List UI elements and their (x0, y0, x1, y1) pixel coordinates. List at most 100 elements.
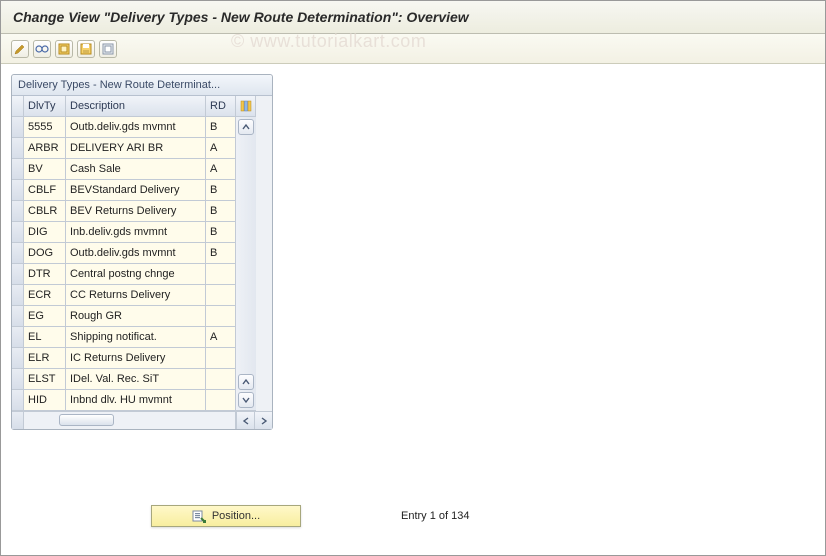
glasses-icon (35, 44, 49, 54)
position-button[interactable]: Position... (151, 505, 301, 527)
table-caption: Delivery Types - New Route Determinat... (12, 75, 272, 96)
cell-dlvty[interactable]: ELST (24, 369, 66, 390)
cell-rd[interactable] (206, 285, 236, 306)
cell-rd[interactable] (206, 369, 236, 390)
cell-rd[interactable]: B (206, 243, 236, 264)
cell-description[interactable]: Outb.deliv.gds mvmnt (66, 243, 206, 264)
vscroll (236, 117, 256, 411)
content-area: Delivery Types - New Route Determinat...… (1, 64, 825, 440)
hscroll-track[interactable] (24, 412, 236, 429)
hscroll-right-button[interactable] (254, 412, 272, 429)
scroll-page-up-button[interactable] (238, 374, 254, 390)
cell-description[interactable]: Inb.deliv.gds mvmnt (66, 222, 206, 243)
cell-description[interactable]: Cash Sale (66, 159, 206, 180)
cell-description[interactable]: BEVStandard Delivery (66, 180, 206, 201)
display-change-button[interactable] (11, 40, 29, 58)
cell-dlvty[interactable]: EL (24, 327, 66, 348)
scroll-down-button[interactable] (238, 392, 254, 408)
row-selector[interactable] (12, 138, 24, 159)
chevron-up-icon (242, 123, 250, 131)
cell-description[interactable]: Inbnd dlv. HU mvmnt (66, 390, 206, 411)
cell-description[interactable]: Rough GR (66, 306, 206, 327)
row-selector[interactable] (12, 348, 24, 369)
cell-rd[interactable]: A (206, 159, 236, 180)
columns-icon (240, 100, 252, 112)
row-selector[interactable] (12, 117, 24, 138)
cell-dlvty[interactable]: CBLR (24, 201, 66, 222)
row-selector[interactable] (12, 222, 24, 243)
cell-dlvty[interactable]: DTR (24, 264, 66, 285)
cell-description[interactable]: DELIVERY ARI BR (66, 138, 206, 159)
row-selector[interactable] (12, 390, 24, 411)
row-selector[interactable] (12, 180, 24, 201)
cell-dlvty[interactable]: CBLF (24, 180, 66, 201)
table-container: Delivery Types - New Route Determinat...… (11, 74, 273, 430)
table-grid: DlvTy Description RD 5555 Outb.deliv.gds… (12, 96, 272, 411)
entry-indicator: Entry 1 of 134 (401, 510, 470, 522)
pencil-icon (14, 43, 26, 55)
cell-rd[interactable]: B (206, 117, 236, 138)
deselect-icon (102, 43, 114, 55)
save-button[interactable] (77, 40, 95, 58)
hscroll-corner (12, 412, 24, 429)
cell-dlvty[interactable]: BV (24, 159, 66, 180)
chevron-right-icon (260, 417, 268, 425)
cell-rd[interactable]: B (206, 222, 236, 243)
app-toolbar (1, 34, 825, 64)
cell-description[interactable]: Central postng chnge (66, 264, 206, 285)
chevron-up-icon (242, 378, 250, 386)
cell-dlvty[interactable]: ELR (24, 348, 66, 369)
page-title: Change View "Delivery Types - New Route … (13, 9, 813, 25)
cell-dlvty[interactable]: HID (24, 390, 66, 411)
title-area: Change View "Delivery Types - New Route … (1, 1, 825, 34)
cell-dlvty[interactable]: DOG (24, 243, 66, 264)
deselect-all-button[interactable] (99, 40, 117, 58)
cell-description[interactable]: IDel. Val. Rec. SiT (66, 369, 206, 390)
col-header-dlvty[interactable]: DlvTy (24, 96, 66, 117)
row-selector[interactable] (12, 159, 24, 180)
cell-dlvty[interactable]: ARBR (24, 138, 66, 159)
table-settings-button[interactable] (236, 96, 256, 117)
cell-description[interactable]: IC Returns Delivery (66, 348, 206, 369)
cell-dlvty[interactable]: 5555 (24, 117, 66, 138)
scroll-up-button[interactable] (238, 119, 254, 135)
col-header-rd-label: RD (210, 100, 226, 112)
cell-description[interactable]: Shipping notificat. (66, 327, 206, 348)
cell-description[interactable]: CC Returns Delivery (66, 285, 206, 306)
cell-rd[interactable] (206, 264, 236, 285)
cell-description[interactable]: BEV Returns Delivery (66, 201, 206, 222)
save-icon (80, 43, 92, 55)
cell-rd[interactable]: B (206, 180, 236, 201)
row-selector[interactable] (12, 306, 24, 327)
bottom-bar: Position... Entry 1 of 134 (1, 505, 825, 527)
row-selector[interactable] (12, 369, 24, 390)
row-selector[interactable] (12, 285, 24, 306)
select-all-button[interactable] (55, 40, 73, 58)
col-header-description[interactable]: Description (66, 96, 206, 117)
row-selector[interactable] (12, 264, 24, 285)
cell-rd[interactable] (206, 348, 236, 369)
select-all-icon (58, 43, 70, 55)
cell-dlvty[interactable]: DIG (24, 222, 66, 243)
row-selector[interactable] (12, 243, 24, 264)
position-icon (192, 509, 206, 523)
hscroll (12, 411, 272, 429)
cell-description[interactable]: Outb.deliv.gds mvmnt (66, 117, 206, 138)
cell-rd[interactable]: B (206, 201, 236, 222)
col-header-rd[interactable]: RD (206, 96, 236, 117)
other-view-button[interactable] (33, 40, 51, 58)
cell-dlvty[interactable]: ECR (24, 285, 66, 306)
cell-rd[interactable] (206, 306, 236, 327)
cell-rd[interactable]: A (206, 138, 236, 159)
row-selector[interactable] (12, 327, 24, 348)
cell-dlvty[interactable]: EG (24, 306, 66, 327)
row-selector-header[interactable] (12, 96, 24, 117)
chevron-down-icon (242, 396, 250, 404)
hscroll-thumb[interactable] (59, 414, 114, 426)
chevron-left-icon (242, 417, 250, 425)
cell-rd[interactable] (206, 390, 236, 411)
cell-rd[interactable]: A (206, 327, 236, 348)
position-button-label: Position... (212, 510, 260, 522)
row-selector[interactable] (12, 201, 24, 222)
hscroll-left-button[interactable] (236, 412, 254, 429)
